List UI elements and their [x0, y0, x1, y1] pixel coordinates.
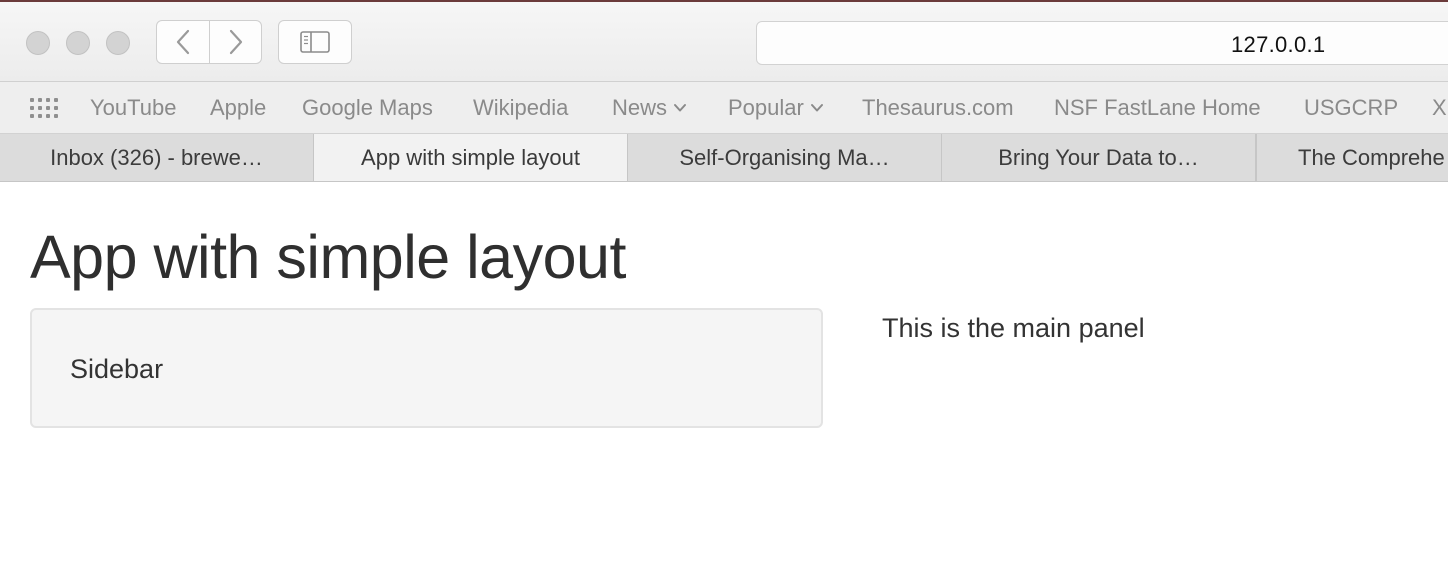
favorite-google-maps[interactable]: Google Maps	[302, 95, 433, 121]
close-window-button[interactable]	[26, 31, 50, 55]
tab-label: Self-Organising Ma…	[679, 144, 890, 170]
tab-app-simple-layout[interactable]: App with simple layout	[314, 134, 628, 181]
favorite-usgcrp[interactable]: USGCRP	[1304, 95, 1398, 121]
favorite-wikipedia[interactable]: Wikipedia	[473, 95, 568, 121]
forward-button[interactable]	[209, 20, 262, 64]
tab-comprehensive[interactable]: The Comprehe	[1256, 134, 1448, 181]
favorite-label: X	[1432, 95, 1447, 120]
tab-self-organising[interactable]: Self-Organising Ma…	[628, 134, 942, 181]
chevron-down-icon	[810, 104, 823, 112]
favorite-news-menu[interactable]: News	[612, 95, 687, 121]
minimize-window-button[interactable]	[66, 31, 90, 55]
favorite-label: News	[612, 95, 668, 120]
favorite-label: NSF FastLane Home	[1054, 95, 1261, 120]
tab-bring-your-data[interactable]: Bring Your Data to…	[942, 134, 1256, 181]
sidebar-panel: Sidebar	[30, 308, 823, 428]
tab-label: App with simple layout	[361, 145, 580, 170]
favorite-label: Thesaurus.com	[862, 95, 1014, 120]
tab-label: Inbox (326) - brewe…	[50, 144, 263, 170]
sidebar-icon	[300, 31, 330, 53]
favorite-apple[interactable]: Apple	[210, 95, 266, 121]
tab-bar: Inbox (326) - brewe… App with simple lay…	[0, 134, 1448, 182]
favorite-thesaurus[interactable]: Thesaurus.com	[862, 95, 1014, 121]
favorite-label: Popular	[728, 95, 804, 120]
sidebar-text: Sidebar	[70, 354, 164, 384]
page-title: App with simple layout	[30, 223, 626, 291]
favorite-label: YouTube	[90, 95, 177, 120]
address-text: 127.0.0.1	[1231, 32, 1326, 57]
favorite-label: Apple	[210, 95, 267, 120]
favorite-label: Wikipedia	[473, 95, 569, 120]
favorite-label: Google Maps	[302, 95, 433, 120]
zoom-window-button[interactable]	[106, 31, 130, 55]
browser-toolbar: 127.0.0.1	[0, 0, 1448, 82]
tab-inbox[interactable]: Inbox (326) - brewe…	[0, 134, 314, 181]
main-panel-text: This is the main panel	[882, 313, 1145, 343]
chevron-down-icon	[674, 104, 687, 112]
favorite-popular-menu[interactable]: Popular	[728, 95, 824, 121]
tab-label: The Comprehe	[1298, 144, 1445, 170]
favorite-label: USGCRP	[1304, 95, 1399, 120]
favorites-bar: YouTube Apple Google Maps Wikipedia News…	[0, 82, 1448, 134]
favorite-x[interactable]: X	[1432, 95, 1447, 121]
favorite-nsf-fastlane[interactable]: NSF FastLane Home	[1054, 95, 1261, 121]
favorite-youtube[interactable]: YouTube	[90, 95, 176, 121]
back-button[interactable]	[156, 20, 210, 64]
show-sidebar-button[interactable]	[278, 20, 352, 64]
chevron-right-icon	[229, 29, 242, 55]
address-bar[interactable]: 127.0.0.1	[756, 21, 1448, 65]
chevron-left-icon	[176, 29, 190, 55]
tab-label: Bring Your Data to…	[998, 144, 1199, 170]
grid-icon[interactable]	[30, 98, 60, 118]
